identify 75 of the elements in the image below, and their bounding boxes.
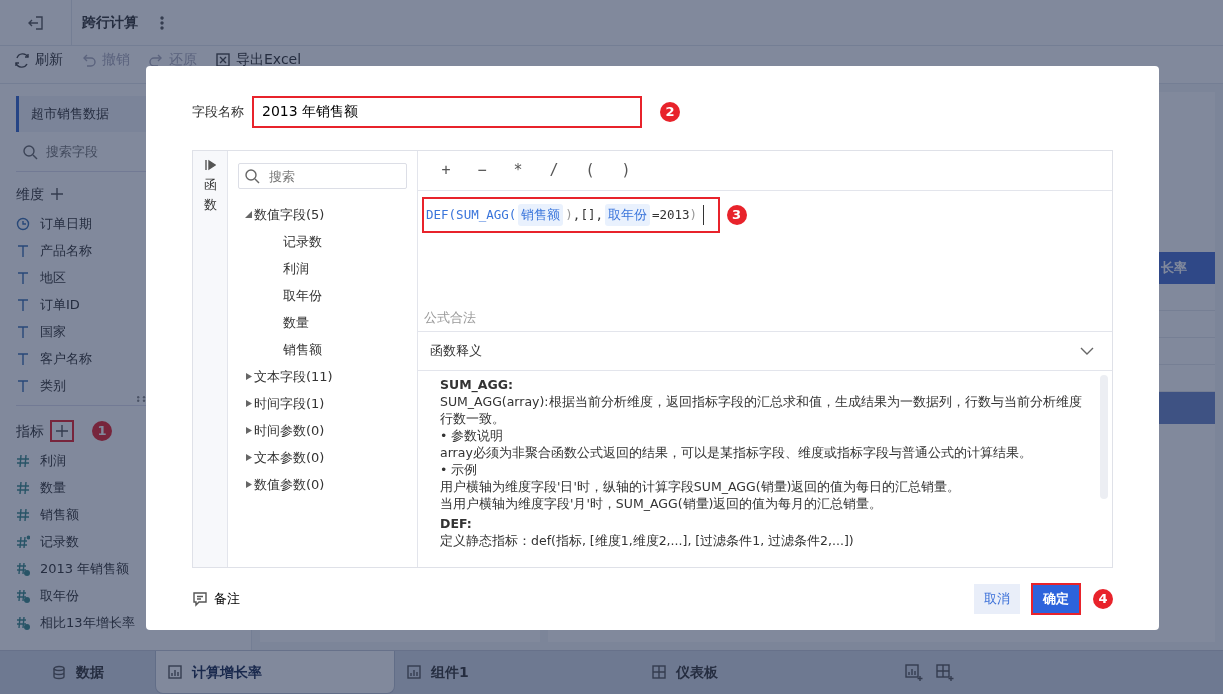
clock-icon: [16, 216, 30, 231]
function-title: SUM_AGG:: [440, 376, 515, 393]
exit-icon: [26, 13, 45, 32]
bar-chart-icon: [407, 665, 421, 680]
description-text: 当用户横轴为维度字段'月'时，SUM_AGG(销量)返回的值为每月的汇总销量。: [440, 495, 884, 512]
hash-function-icon: [16, 615, 30, 630]
name-field[interactable]: 2013 年销售额: [252, 96, 642, 128]
function-title: DEF:: [440, 515, 473, 532]
add-dashboard-button[interactable]: [936, 663, 954, 682]
hash-icon: [16, 480, 30, 495]
description-text: 定义静态指标：def(指标, [维度1,维度2,...], [过滤条件1, 过滤条件2,...]): [440, 532, 855, 549]
cancel-button[interactable]: 取消: [974, 584, 1020, 614]
add-dashboard-icon: [936, 663, 954, 682]
comment-icon: [192, 591, 208, 607]
field-item[interactable]: 类别: [16, 372, 251, 399]
text-type-icon: [16, 270, 30, 285]
hash-star-icon: [16, 534, 30, 549]
operator-button[interactable]: (: [576, 158, 604, 183]
tree-node[interactable]: 时间参数(0): [238, 417, 407, 444]
accordion-header[interactable]: 函数释义: [418, 331, 1112, 371]
spreadsheet-icon: [215, 51, 231, 68]
tab[interactable]: 仪表板: [640, 651, 885, 694]
add-button[interactable]: [50, 420, 74, 442]
hash-icon: [16, 507, 30, 522]
expand-icon: [204, 159, 216, 171]
text-type-icon: [16, 243, 30, 258]
search-icon: [22, 144, 38, 160]
refresh-icon: [14, 51, 30, 68]
formula-editor[interactable]: DEF(SUM_AGG( 销售额 ),[], 取年份 =2013): [422, 197, 721, 233]
text-type-icon: [16, 297, 30, 312]
refresh-button[interactable]: 刷新: [14, 49, 63, 70]
operator-button[interactable]: +: [432, 158, 460, 183]
operator-button[interactable]: /: [540, 158, 568, 183]
section-label: 指标: [16, 421, 44, 441]
operator-button[interactable]: ): [612, 158, 640, 183]
confirm-button[interactable]: 确定: [1030, 583, 1081, 615]
hash-function-icon: [16, 561, 30, 576]
description-text: • 示例: [440, 461, 479, 478]
step-marker: 3: [726, 205, 747, 225]
step-marker: 2: [660, 102, 680, 122]
status-text: 公式合法: [424, 308, 476, 327]
note-button[interactable]: 备注: [192, 589, 240, 609]
hash-function-icon: [16, 588, 30, 603]
step-marker: 4: [1093, 589, 1113, 609]
search-field[interactable]: 搜索: [238, 163, 407, 189]
operator-button[interactable]: −: [468, 158, 496, 183]
hash-icon: [16, 453, 30, 468]
text-type-icon: [16, 324, 30, 339]
database-icon: [52, 665, 66, 680]
tab[interactable]: 计算增长率: [155, 651, 395, 694]
field-label: 字段名称: [192, 103, 244, 122]
section-label: 维度: [16, 184, 44, 204]
description-text: array必须为非聚合函数公式返回的结果，可以是某指标字段、维度或指标字段与普通公式的计算结果。: [440, 444, 1033, 461]
plus-icon: [50, 187, 64, 201]
description-text: SUM_AGG(array):根据当前分析维度，返回指标字段的汇总求和值，生成结果为一数据列，行数与当前分析维度行数一致。: [440, 393, 1082, 427]
text-type-icon: [16, 378, 30, 393]
dashboard-icon: [652, 665, 666, 680]
add-chart-icon: [905, 663, 923, 682]
text-type-icon: [16, 351, 30, 366]
plus-icon: [55, 424, 69, 438]
more-icon: [160, 15, 164, 30]
step-marker: 1: [92, 421, 112, 441]
side-tab[interactable]: 函数: [193, 151, 228, 567]
tab[interactable]: 数据: [0, 651, 155, 694]
description-text: • 参数说明: [440, 427, 505, 444]
search-icon: [244, 168, 260, 184]
field-item[interactable]: 相比13年增长率: [16, 609, 251, 636]
page-title: 跨行计算: [82, 13, 138, 32]
operator-button[interactable]: *: [504, 158, 532, 183]
description-text: 用户横轴为维度字段'日'时，纵轴的计算字段SUM_AGG(销量)返回的值为每日的汇总销量。: [440, 478, 962, 495]
bar-chart-icon: [168, 664, 182, 680]
add-button[interactable]: [50, 187, 64, 201]
tab[interactable]: 组件1: [395, 651, 640, 694]
add-chart-button[interactable]: [905, 663, 923, 682]
chevron-down-icon: [1080, 347, 1094, 355]
